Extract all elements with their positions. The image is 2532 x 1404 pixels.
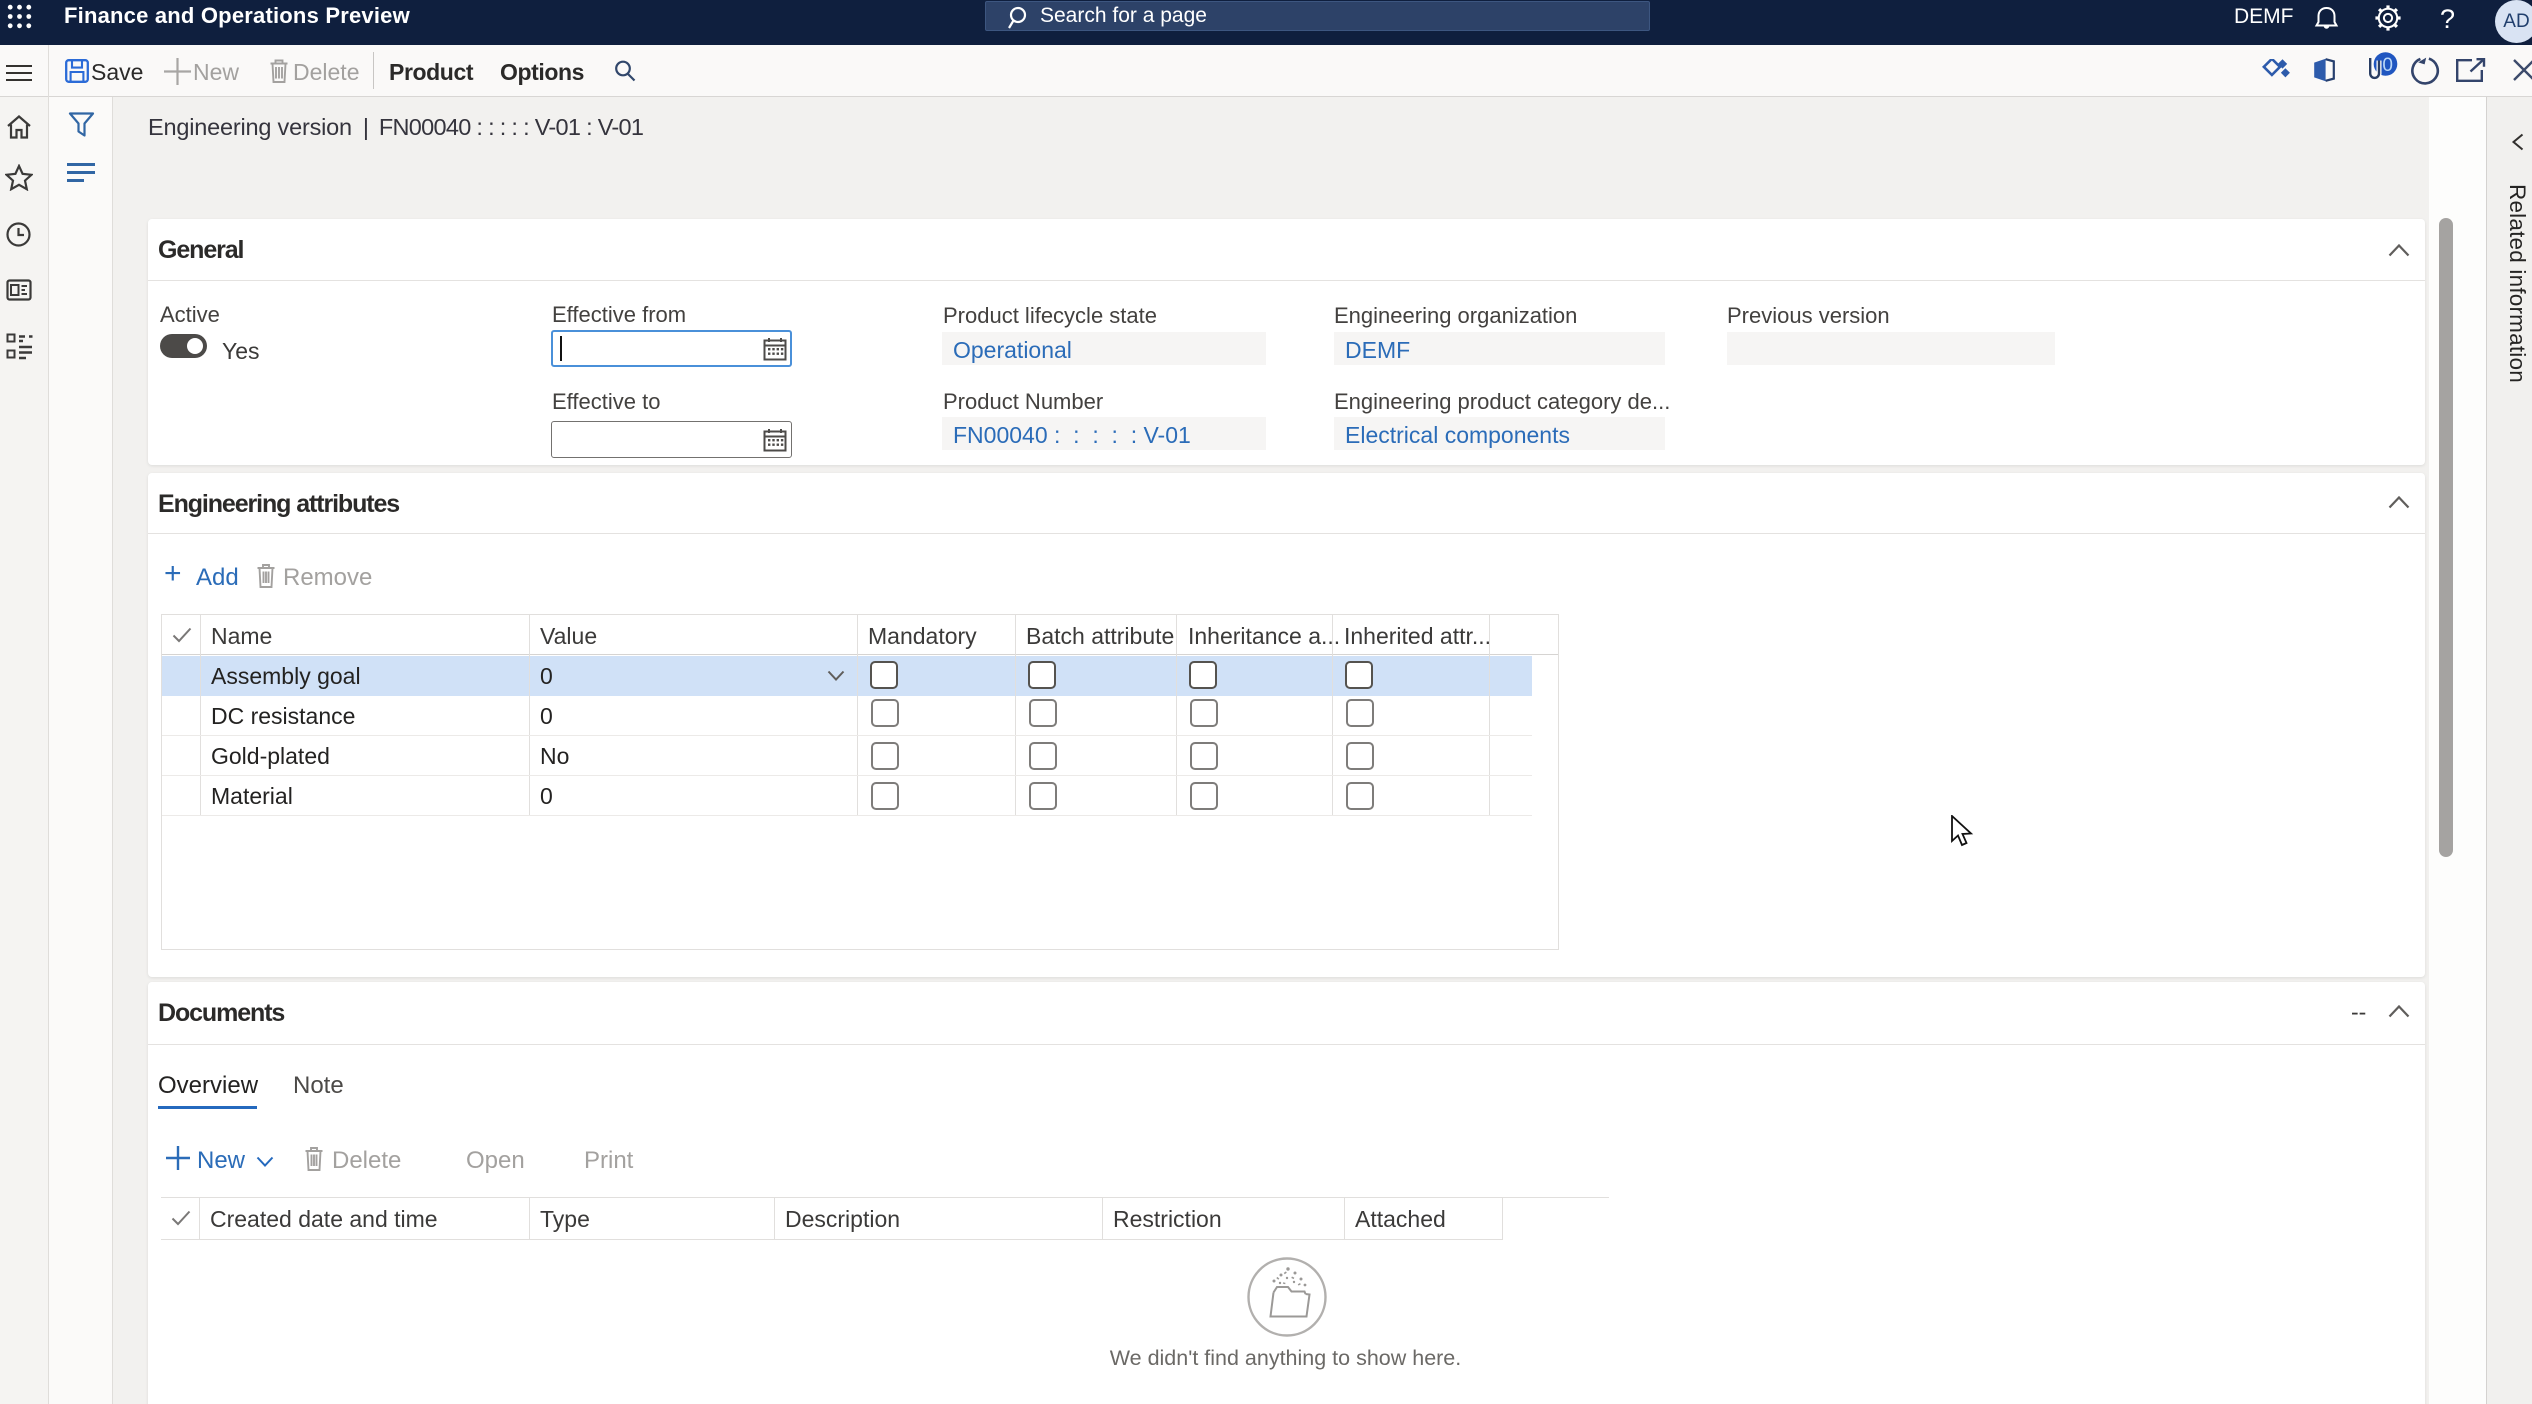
svg-text:0: 0: [2382, 55, 2393, 76]
